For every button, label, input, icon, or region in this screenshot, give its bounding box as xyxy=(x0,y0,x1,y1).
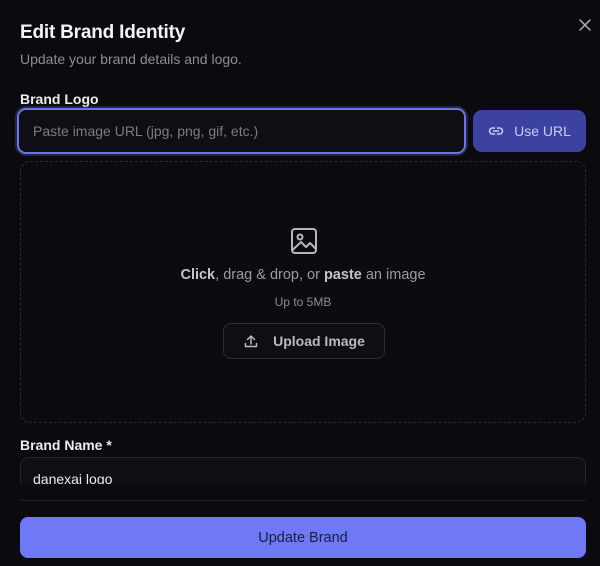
edit-brand-modal: Edit Brand Identity Update your brand de… xyxy=(0,0,600,566)
footer-divider xyxy=(20,500,586,501)
dropzone-text-end: an image xyxy=(361,267,426,283)
close-icon[interactable] xyxy=(576,16,594,34)
dropzone-text-middle: , drag & drop, or xyxy=(215,267,324,283)
update-brand-button[interactable]: Update Brand xyxy=(20,517,586,558)
use-url-button[interactable]: Use URL xyxy=(473,110,586,152)
brand-name-label: Brand Name * xyxy=(20,437,112,453)
logo-url-input[interactable] xyxy=(17,108,466,154)
brand-logo-label: Brand Logo xyxy=(20,91,99,107)
modal-title: Edit Brand Identity xyxy=(20,22,186,43)
upload-image-button[interactable]: Upload Image xyxy=(223,323,385,359)
footer-mask xyxy=(0,484,600,504)
dropzone-instructions: Click, drag & drop, or paste an image xyxy=(21,267,585,283)
upload-image-label: Upload Image xyxy=(273,333,365,349)
image-dropzone[interactable]: Click, drag & drop, or paste an image Up… xyxy=(20,161,586,423)
dropzone-click-word: Click xyxy=(180,267,216,283)
modal-subtitle: Update your brand details and logo. xyxy=(20,51,242,67)
use-url-label: Use URL xyxy=(514,123,571,139)
link-icon xyxy=(488,127,504,135)
image-icon xyxy=(291,228,317,254)
upload-icon xyxy=(244,335,258,348)
dropzone-size-limit: Up to 5MB xyxy=(274,295,332,309)
dropzone-paste-word: paste xyxy=(323,267,362,283)
